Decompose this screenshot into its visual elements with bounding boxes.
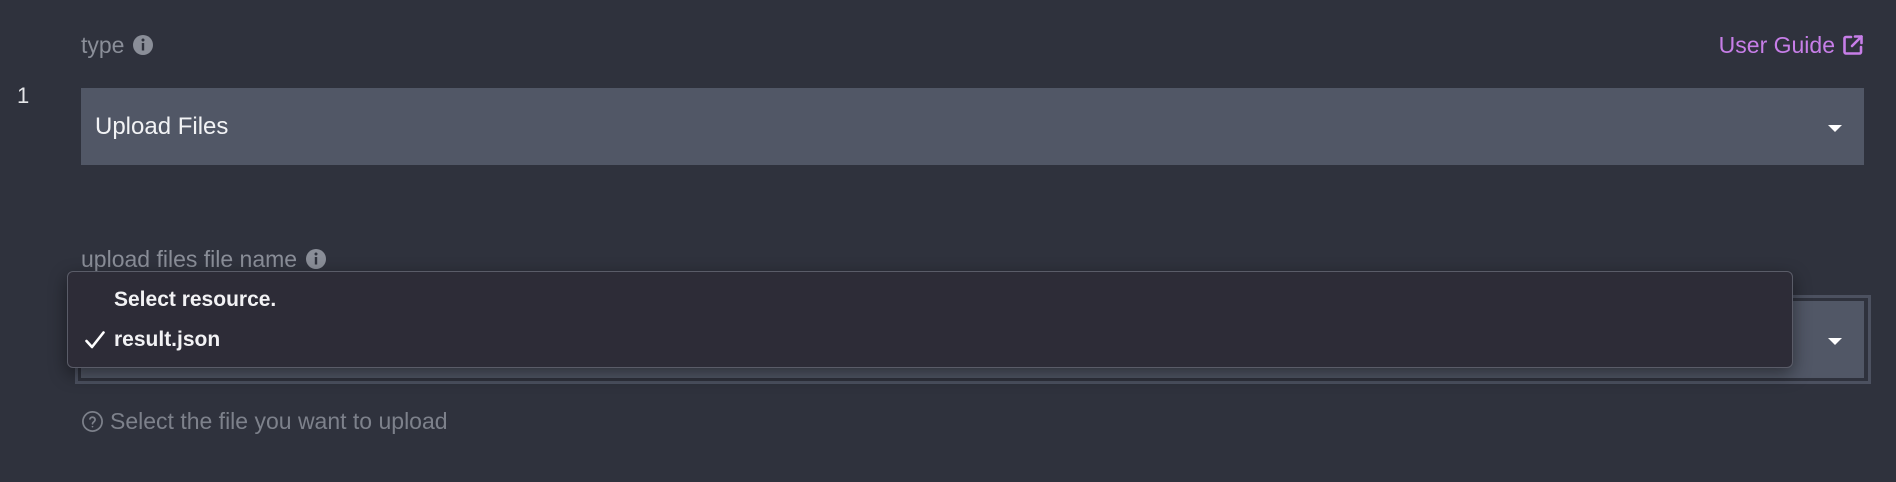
user-guide-link[interactable]: User Guide [1719, 31, 1865, 59]
caret-down-icon [1828, 337, 1842, 345]
dropdown-option-result-json[interactable]: result.json [68, 320, 1792, 360]
type-field-label: type [81, 31, 154, 59]
form-page: 1 type User Guide Upload Files upload fi… [0, 0, 1896, 482]
question-circle-icon [82, 410, 103, 432]
helper-text: Select the file you want to upload [81, 407, 448, 435]
external-link-icon [1843, 35, 1863, 55]
option-label: Select resource. [114, 288, 277, 311]
option-label: result.json [114, 328, 221, 351]
step-number: 1 [17, 83, 30, 108]
upload-field-label: upload files file name [81, 245, 327, 273]
type-select-value: Upload Files [95, 112, 229, 140]
user-guide-label: User Guide [1718, 32, 1835, 58]
info-icon[interactable] [305, 248, 327, 270]
caret-down-icon [1828, 124, 1842, 132]
file-dropdown-menu: Select resource. result.json [67, 271, 1793, 368]
type-select[interactable]: Upload Files [81, 88, 1864, 165]
upload-label-text: upload files file name [81, 246, 298, 272]
checkmark-icon [85, 331, 105, 349]
dropdown-option-select-resource[interactable]: Select resource. [68, 280, 1792, 320]
info-icon[interactable] [132, 34, 154, 56]
type-label-text: type [81, 32, 125, 58]
helper-text-label: Select the file you want to upload [110, 408, 448, 434]
